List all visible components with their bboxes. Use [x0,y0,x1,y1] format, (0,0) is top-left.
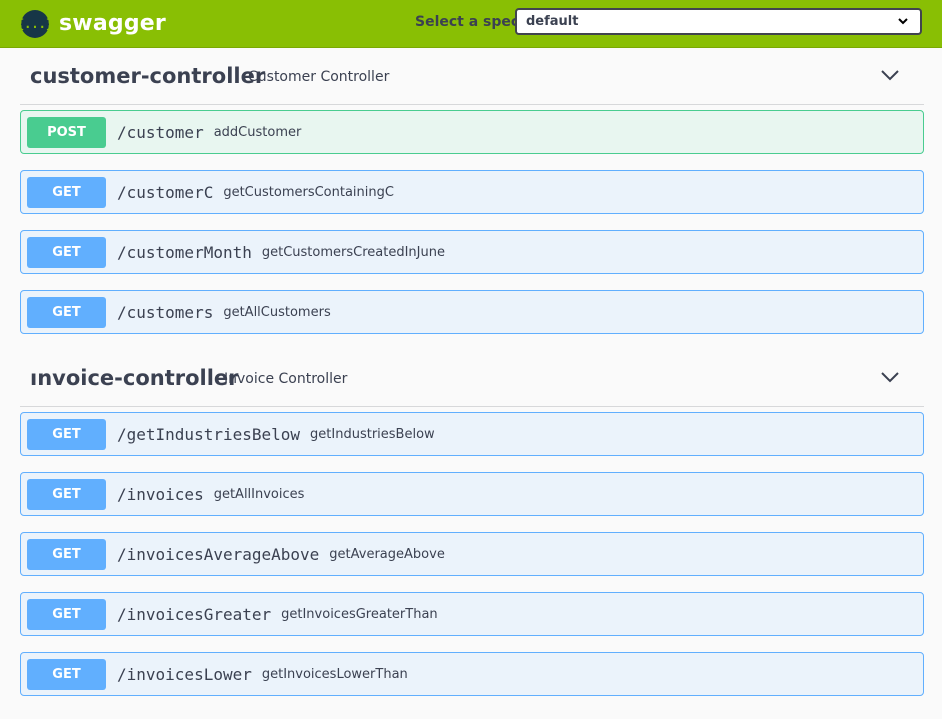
method-badge: GET [27,296,106,328]
swagger-logo[interactable]: {...} swagger [17,9,166,38]
tag-section-customer-controller[interactable]: customer-controller Customer Controller [20,48,924,105]
operation-path: /invoicesLower [117,664,252,684]
chevron-down-icon[interactable] [880,370,900,384]
operation-get-invoicesLower[interactable]: GET /invoicesLower getInvoicesLowerThan [20,652,924,696]
operation-path: /customers [117,302,214,322]
operation-summary: getInvoicesLowerThan [261,666,408,682]
operation-get-invoicesAverageAbove[interactable]: GET /invoicesAverageAbove getAverageAbov… [20,532,924,576]
operation-path: /invoicesGreater [117,604,272,624]
operation-summary: getCustomersCreatedInJune [261,244,445,260]
method-badge: GET [27,598,106,630]
spec-select[interactable]: default [515,8,922,35]
operation-get-customerMonth[interactable]: GET /customerMonth getCustomersCreatedIn… [20,230,924,274]
method-badge: GET [27,418,106,450]
operation-summary: getAverageAbove [329,546,445,562]
operation-summary: getInvoicesGreaterThan [281,606,438,622]
tag-section-invoice-controller[interactable]: ınvoice-controller Invoice Controller [20,350,924,407]
method-badge: GET [27,176,106,208]
tag-description: Invoice Controller [224,371,348,387]
method-badge: GET [27,478,106,510]
method-badge: GET [27,538,106,570]
spec-select-value: default [526,14,579,29]
operation-path: /customerMonth [117,242,252,262]
chevron-down-icon[interactable] [880,68,900,82]
operation-get-invoices[interactable]: GET /invoices getAllInvoices [20,472,924,516]
method-badge: POST [27,116,106,148]
operation-post-customer[interactable]: POST /customer addCustomer [20,110,924,154]
operation-get-getIndustriesBelow[interactable]: GET /getIndustriesBelow getIndustriesBel… [20,412,924,456]
operation-path: /customerC [117,182,214,202]
operation-get-invoicesGreater[interactable]: GET /invoicesGreater getInvoicesGreaterT… [20,592,924,636]
operation-summary: addCustomer [213,124,302,140]
tag-name: ınvoice-controller [30,366,239,390]
swagger-logo-text: swagger [59,11,166,36]
operation-summary: getCustomersContainingC [223,184,394,200]
swagger-logo-icon: {...} [17,9,53,38]
operation-get-customers[interactable]: GET /customers getAllCustomers [20,290,924,334]
operation-path: /getIndustriesBelow [117,424,301,444]
operation-path: /invoices [117,484,204,504]
tag-name: customer-controller [30,64,266,88]
method-badge: GET [27,658,106,690]
operation-summary: getAllInvoices [213,486,305,502]
operation-path: /customer [117,122,204,142]
select-spec-label: Select a spec [415,14,520,30]
operation-summary: getIndustriesBelow [310,426,435,442]
operation-summary: getAllCustomers [223,304,331,320]
operation-path: /invoicesAverageAbove [117,544,320,564]
top-bar: {...} swagger Select a spec default [0,0,942,48]
method-badge: GET [27,236,106,268]
chevron-down-icon [898,18,908,25]
operation-get-customerC[interactable]: GET /customerC getCustomersContainingC [20,170,924,214]
tag-description: Customer Controller [248,69,390,85]
